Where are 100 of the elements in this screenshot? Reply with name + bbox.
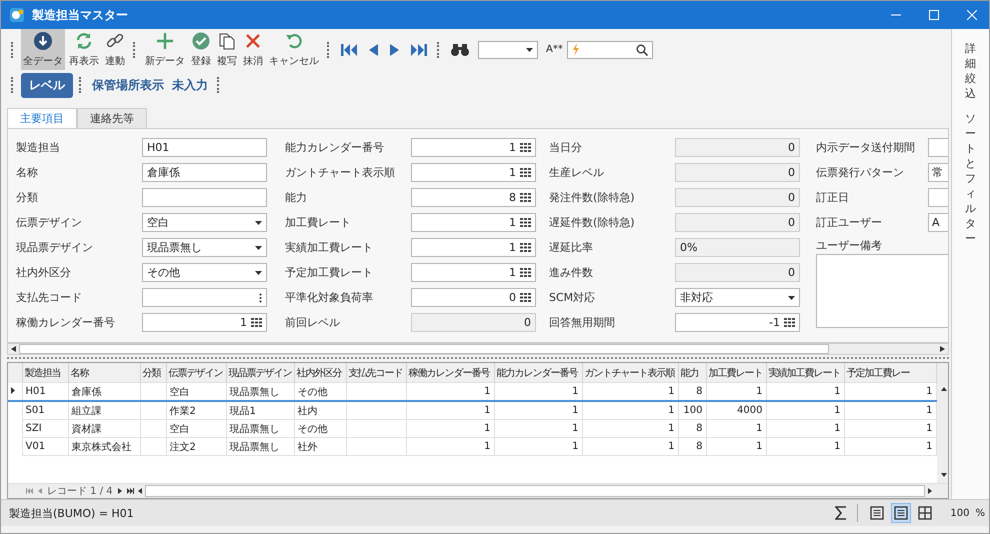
column-header[interactable]: 製造担当 — [22, 363, 68, 383]
memo-field[interactable] — [816, 254, 948, 328]
side-tab[interactable]: ソートとフィルター — [965, 111, 976, 246]
table-cell: 1 — [844, 401, 936, 420]
tab[interactable]: 主要項目 — [7, 108, 77, 128]
dropdown-field[interactable]: 現品票無し — [142, 238, 267, 258]
toolbar-button[interactable]: 全データ — [21, 29, 65, 70]
toolbar-button[interactable]: 連動 — [103, 29, 127, 70]
number-field[interactable]: 1 — [411, 263, 536, 282]
number-field[interactable]: 8 — [411, 188, 536, 208]
number-field[interactable]: 1 — [411, 238, 536, 258]
field-label: 製造担当 — [16, 140, 61, 156]
number-field[interactable]: 1 — [142, 313, 267, 332]
table-cell: 1 — [494, 382, 582, 402]
input-field[interactable]: A — [928, 213, 948, 232]
sum-icon[interactable] — [835, 506, 848, 520]
search-icon — [636, 44, 648, 56]
toolbar-button[interactable]: 再表示 — [67, 29, 101, 70]
vertical-scrollbar[interactable] — [936, 363, 948, 484]
toolbar-button[interactable]: 登録 — [189, 29, 213, 70]
table-cell: 1 — [582, 382, 678, 402]
first-record-icon[interactable] — [26, 488, 33, 494]
view-button[interactable]: 未入力 — [169, 74, 211, 96]
scroll-right-icon[interactable] — [928, 488, 932, 494]
column-header[interactable]: 社内外区分 — [294, 363, 346, 383]
field-label: SCM対応 — [549, 290, 596, 306]
column-header[interactable]: 伝票デザイン — [166, 363, 226, 383]
table-cell: 1 — [766, 382, 844, 402]
field-label: 前回レベル — [285, 315, 341, 330]
dropdown-field[interactable]: 非対応 — [675, 288, 800, 308]
number-field[interactable]: 0 — [411, 288, 536, 308]
table-cell: H01 — [22, 382, 68, 402]
view-button[interactable]: 保管場所表示 — [89, 74, 167, 96]
lookup-field[interactable] — [142, 288, 267, 308]
scroll-up-icon[interactable] — [940, 387, 946, 392]
scroll-down-icon[interactable] — [940, 473, 946, 478]
scroll-left-icon[interactable] — [11, 346, 16, 352]
refresh-icon — [74, 31, 94, 52]
column-header[interactable]: 支払先コード — [346, 363, 406, 383]
number-field[interactable]: 1 — [411, 138, 536, 158]
font-label: A** — [546, 44, 563, 56]
number-field[interactable]: 1 — [411, 163, 536, 182]
dropdown-field[interactable]: 空白 — [142, 213, 267, 232]
field-label: 実績加工費レート — [285, 240, 374, 256]
column-header[interactable]: 実績加工費レート — [766, 363, 844, 383]
grid-view-icon[interactable] — [916, 504, 934, 522]
column-header[interactable]: 分類 — [140, 363, 166, 383]
first-page-icon[interactable] — [340, 42, 358, 58]
table-cell: V01 — [22, 438, 68, 456]
dropdown-field[interactable]: その他 — [142, 263, 267, 282]
column-header[interactable]: ガントチャート表示順 — [582, 363, 678, 383]
scroll-right-icon[interactable] — [940, 346, 945, 352]
previous-record-icon[interactable] — [38, 488, 42, 494]
toolbar-button[interactable]: 複写 — [215, 29, 239, 70]
maximize-icon[interactable] — [929, 10, 939, 20]
column-header[interactable]: 能力カレンダー番号 — [494, 363, 582, 383]
column-header[interactable]: 予定加工費レー — [844, 363, 936, 383]
row-indicator[interactable] — [8, 382, 22, 402]
table-cell: SZI — [22, 420, 68, 438]
next-record-icon[interactable] — [118, 488, 122, 494]
field-label: 加工費レート — [285, 215, 352, 230]
scroll-left-icon[interactable] — [138, 488, 142, 494]
form-view-icon[interactable] — [892, 504, 910, 522]
horizontal-scrollbar[interactable] — [138, 485, 932, 498]
close-icon[interactable] — [967, 10, 977, 20]
input-field[interactable]: H01 — [142, 138, 267, 158]
app-icon — [9, 7, 25, 23]
view-button[interactable]: レベル — [21, 72, 73, 98]
column-header[interactable]: 稼働カレンダー番号 — [406, 363, 494, 383]
field-label: 分類 — [16, 190, 39, 206]
readonly-field: 0 — [675, 138, 800, 158]
column-header[interactable]: 能力 — [678, 363, 706, 383]
column-header[interactable]: 名称 — [68, 363, 140, 383]
keypad-icon — [520, 243, 531, 252]
input-field[interactable]: 常 — [928, 163, 948, 182]
field-label: 伝票発行パターン — [816, 165, 905, 180]
column-header[interactable]: 加工費レート — [706, 363, 766, 383]
horizontal-scrollbar[interactable] — [7, 342, 949, 356]
toolbar-button[interactable]: 抹消 — [241, 29, 265, 70]
tab[interactable]: 連絡先等 — [77, 108, 147, 128]
number-field[interactable]: -1 — [675, 313, 800, 332]
table-cell: 1 — [766, 438, 844, 456]
number-field[interactable]: 1 — [411, 213, 536, 232]
input-field[interactable]: 倉庫係 — [142, 163, 267, 182]
input-field[interactable] — [142, 188, 267, 208]
side-tab[interactable]: 詳細絞込 — [965, 41, 976, 101]
column-header[interactable]: 現品票デザイン — [226, 363, 294, 383]
caret-icon — [255, 220, 262, 225]
table-cell: 1 — [844, 382, 936, 402]
last-record-icon[interactable] — [126, 488, 134, 494]
binoculars-icon[interactable] — [450, 42, 470, 58]
list-view-icon[interactable] — [868, 504, 886, 522]
table-cell — [140, 420, 166, 438]
dropdown-field[interactable] — [478, 40, 538, 59]
toolbar-button[interactable]: キャンセル — [267, 29, 321, 70]
toolbar-button[interactable]: 新データ — [143, 29, 187, 70]
last-page-icon[interactable] — [410, 42, 428, 58]
search-field[interactable] — [566, 40, 653, 59]
keypad-icon — [520, 218, 531, 228]
table-cell — [346, 420, 406, 438]
